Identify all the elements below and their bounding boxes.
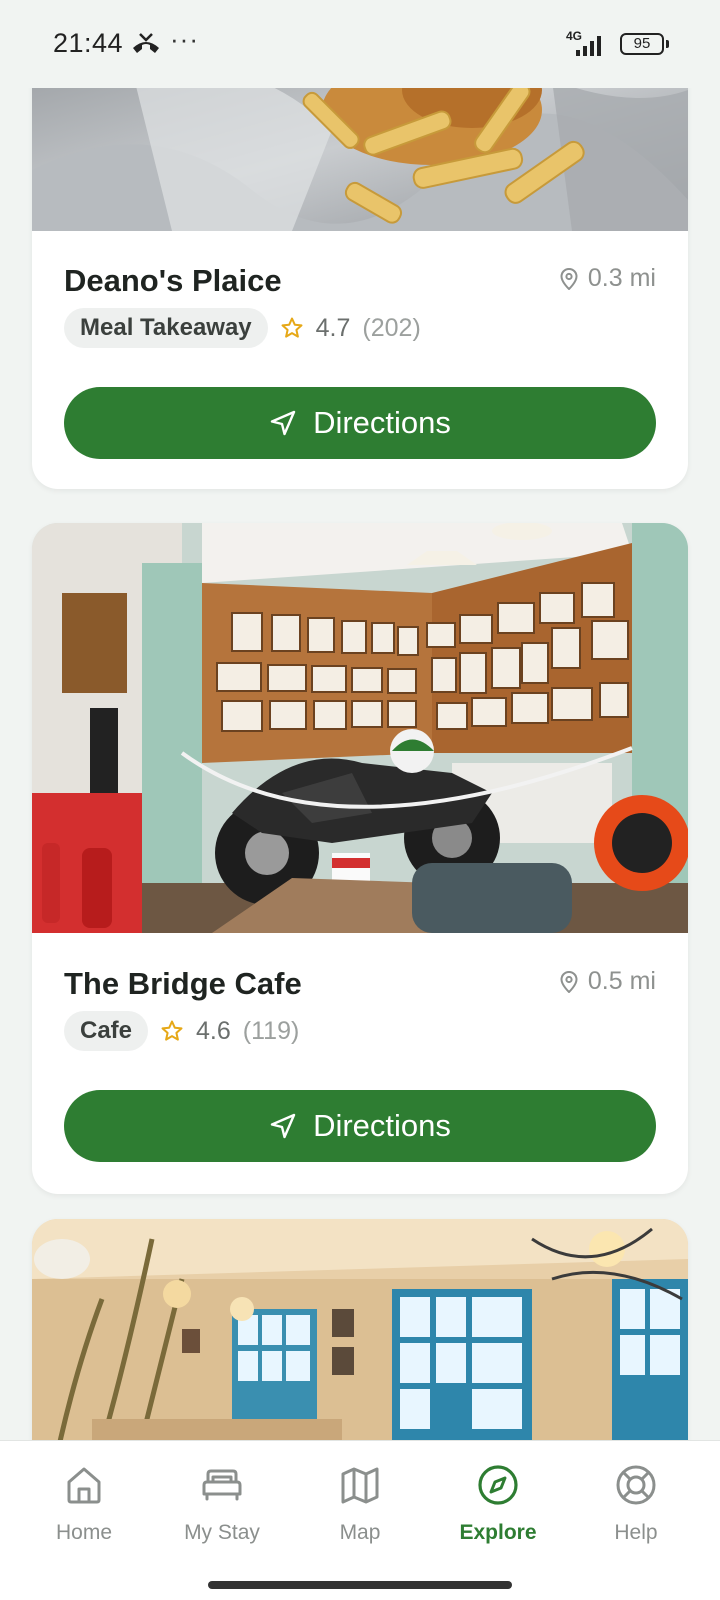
motorbike-cafe-interior-photo (32, 523, 688, 933)
more-dots-icon: ··· (170, 24, 199, 54)
nav-my-stay[interactable]: My Stay (162, 1463, 282, 1545)
missed-call-icon (133, 33, 159, 53)
home-icon (67, 1467, 101, 1504)
category-chip: Cafe (64, 1011, 149, 1051)
nav-home-label: Home (55, 1521, 113, 1544)
place-name[interactable]: Deano's Plaice (64, 263, 282, 299)
home-indicator[interactable] (208, 1581, 512, 1589)
signal-icon: 4G (566, 29, 601, 56)
nav-explore-label: Explore (459, 1521, 537, 1544)
place-distance: 0.5 mi (560, 967, 656, 996)
location-pin-icon (560, 970, 578, 993)
nav-home[interactable]: Home (24, 1463, 144, 1545)
status-bar: 21:44 ··· 4G 95 (0, 0, 720, 88)
review-count: (202) (362, 313, 421, 342)
navigation-arrow-icon (270, 1113, 296, 1139)
battery-level: 95 (633, 35, 651, 52)
location-pin-icon (560, 267, 578, 290)
place-meta: Meal Takeaway 4.7 (202) (64, 308, 421, 348)
star-icon (161, 1020, 183, 1041)
place-name[interactable]: The Bridge Cafe (64, 966, 302, 1002)
review-count: (119) (242, 1016, 300, 1045)
network-type: 4G (566, 29, 582, 43)
category-chip: Meal Takeaway (64, 308, 268, 348)
place-distance: 0.3 mi (560, 264, 656, 293)
lifebuoy-icon (616, 1465, 656, 1505)
rating-value: 4.6 (196, 1016, 231, 1045)
distance-value: 0.3 mi (587, 264, 656, 292)
bottom-navigation: Home My Stay Map Explore Help (0, 1440, 720, 1600)
map-icon (341, 1467, 379, 1504)
directions-button[interactable]: Directions (64, 387, 656, 459)
directions-button[interactable]: Directions (64, 1090, 656, 1162)
directions-label: Directions (313, 1108, 451, 1143)
nav-explore[interactable]: Explore (438, 1463, 558, 1545)
place-card[interactable]: The Bridge Cafe 0.5 mi Cafe 4.6 (119) Di… (32, 523, 688, 1194)
navigation-arrow-icon (270, 410, 296, 436)
nav-my-stay-label: My Stay (184, 1521, 260, 1544)
place-card[interactable]: Deano's Plaice 0.3 mi Meal Takeaway 4.7 … (32, 50, 688, 489)
rating-value: 4.7 (315, 313, 351, 342)
nav-map[interactable]: Map (300, 1463, 420, 1545)
directions-label: Directions (313, 405, 451, 440)
status-time: 21:44 (53, 28, 124, 58)
nav-map-label: Map (339, 1521, 381, 1544)
star-icon (281, 317, 303, 338)
distance-value: 0.5 mi (587, 967, 656, 995)
battery-icon: 95 (620, 33, 669, 55)
nav-help[interactable]: Help (576, 1463, 696, 1545)
place-meta: Cafe 4.6 (119) (64, 1011, 299, 1051)
bed-icon (202, 1469, 242, 1501)
compass-icon (478, 1465, 518, 1505)
nav-help-label: Help (614, 1521, 658, 1544)
